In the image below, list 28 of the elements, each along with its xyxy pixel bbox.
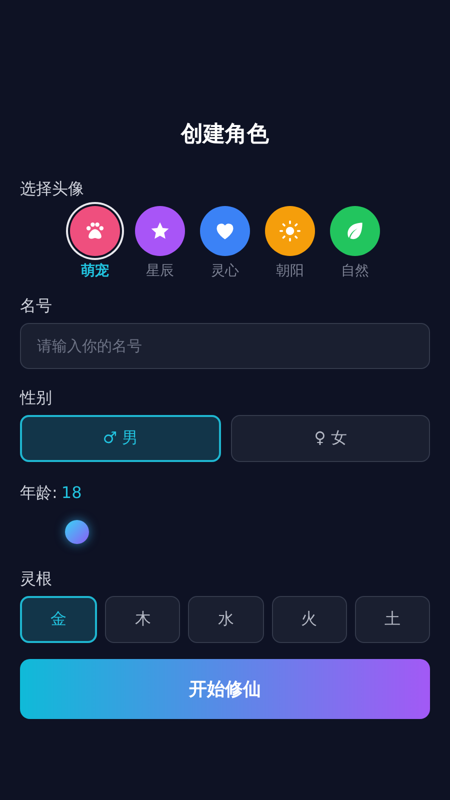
section-label: 选择头像 <box>20 178 84 200</box>
paw-icon <box>84 220 106 242</box>
section-label: 名号 <box>20 295 52 317</box>
avatar-option[interactable] <box>265 206 315 256</box>
element-option[interactable]: 木 <box>105 596 180 643</box>
name-input-field[interactable]: 请输入你的名号 <box>20 323 430 369</box>
avatar-label: 萌宠 <box>81 262 109 281</box>
section-label: 性别 <box>20 387 52 409</box>
avatar-option[interactable] <box>135 206 185 256</box>
gender-option[interactable]: ♀ 女 <box>231 415 430 462</box>
avatar-option[interactable] <box>70 206 120 256</box>
age-slider-thumb[interactable] <box>65 520 89 544</box>
avatar-label: 星辰 <box>146 262 174 281</box>
gender-option[interactable]: ♂ 男 <box>20 415 221 462</box>
element-option[interactable]: 土 <box>354 596 430 643</box>
avatar-option[interactable] <box>200 206 250 256</box>
avatar-option[interactable] <box>330 206 380 256</box>
avatar-label: 自然 <box>341 262 369 281</box>
element-option[interactable]: 水 <box>188 596 264 643</box>
avatar-label: 灵心 <box>211 262 239 281</box>
avatar-label: 朝阳 <box>276 262 304 281</box>
age-value: 18 <box>61 482 82 504</box>
section-label: 年龄: <box>20 482 58 504</box>
page-title: 创建角色 <box>180 121 270 149</box>
element-option[interactable]: 火 <box>272 596 347 643</box>
element-option[interactable]: 金 <box>20 596 98 643</box>
section-label: 灵根 <box>20 568 52 590</box>
sun-icon <box>279 220 301 242</box>
